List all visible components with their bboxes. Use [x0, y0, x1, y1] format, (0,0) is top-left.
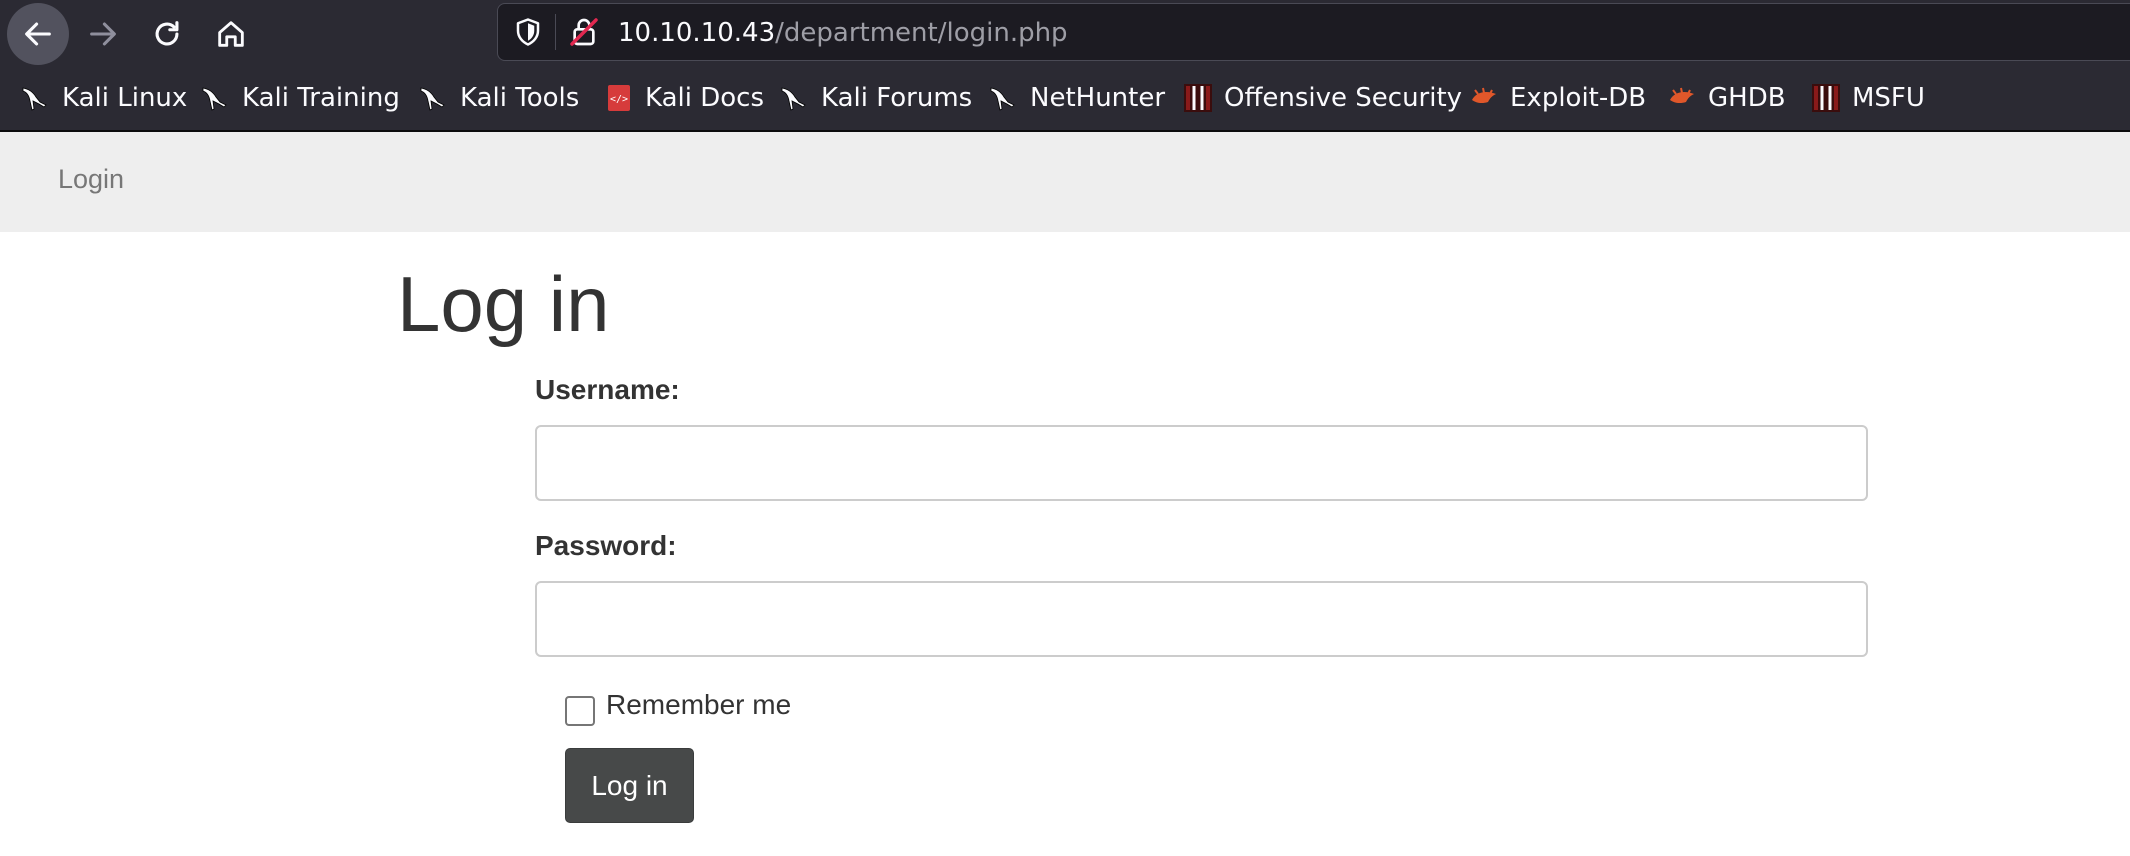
offsec-icon — [1810, 82, 1842, 114]
url-host: 10.10.10.43 — [618, 18, 776, 48]
nav-login-link[interactable]: Login — [58, 164, 124, 195]
reload-icon — [155, 21, 179, 46]
back-button[interactable] — [7, 3, 69, 65]
address-bar[interactable]: 10.10.10.43/department/login.php — [497, 3, 2130, 61]
bookmark-nethunter[interactable]: NetHunter — [988, 66, 1165, 130]
bookmark-label: NetHunter — [1030, 83, 1166, 113]
bookmark-offensive-security[interactable]: Offensive Security — [1182, 66, 1462, 130]
tracking-shield-icon[interactable] — [513, 17, 543, 47]
bookmark-label: Kali Tools — [460, 83, 580, 113]
bookmarks-toolbar: Kali Linux Kali Training Kali Tools </> … — [0, 66, 2130, 132]
bookmark-label: Offensive Security — [1224, 83, 1463, 113]
arrow-left-icon — [25, 22, 51, 46]
bookmark-label: GHDB — [1708, 83, 1786, 113]
bookmark-msfu[interactable]: MSFU — [1810, 66, 1925, 130]
bookmark-label: Kali Training — [242, 83, 400, 113]
bookmark-kali-linux[interactable]: Kali Linux — [20, 66, 187, 130]
kali-dragon-icon — [988, 82, 1020, 114]
bookmark-exploit-db[interactable]: Exploit-DB — [1468, 66, 1646, 130]
bookmark-ghdb[interactable]: GHDB — [1666, 66, 1786, 130]
url-text[interactable]: 10.10.10.43/department/login.php — [618, 17, 1068, 49]
bookmark-label: Kali Docs — [645, 83, 765, 113]
forward-button[interactable] — [72, 3, 134, 65]
exploitdb-bug-icon — [1666, 82, 1698, 114]
bookmark-label: Exploit-DB — [1510, 83, 1647, 113]
kali-docs-icon: </> — [603, 82, 635, 114]
bookmark-label: Kali Linux — [62, 83, 188, 113]
bookmark-kali-tools[interactable]: Kali Tools — [418, 66, 579, 130]
arrow-right-icon — [90, 22, 116, 46]
login-button[interactable]: Log in — [565, 748, 694, 823]
remember-me-checkbox[interactable] — [565, 696, 595, 726]
bookmark-kali-training[interactable]: Kali Training — [200, 66, 400, 130]
exploitdb-bug-icon — [1468, 82, 1500, 114]
offsec-icon — [1182, 82, 1214, 114]
bookmark-kali-docs[interactable]: </> Kali Docs — [603, 66, 764, 130]
home-button[interactable] — [200, 3, 262, 65]
bookmark-kali-forums[interactable]: Kali Forums — [779, 66, 972, 130]
site-navbar: Login — [0, 132, 2130, 232]
reload-button[interactable] — [136, 3, 198, 65]
address-bar-separator — [555, 14, 556, 50]
password-input[interactable] — [535, 581, 1868, 657]
bookmark-label: MSFU — [1852, 83, 1925, 113]
insecure-lock-icon[interactable] — [568, 16, 600, 48]
username-label: Username: — [535, 374, 680, 405]
page-title: Log in — [397, 260, 610, 348]
bookmark-label: Kali Forums — [821, 83, 973, 113]
remember-me-label[interactable]: Remember me — [606, 689, 791, 721]
kali-dragon-icon — [779, 82, 811, 114]
svg-text:</>: </> — [610, 94, 628, 105]
home-icon — [218, 21, 244, 47]
kali-dragon-icon — [418, 82, 450, 114]
kali-dragon-icon — [200, 82, 232, 114]
kali-dragon-icon — [20, 82, 52, 114]
browser-toolbar: 10.10.10.43/department/login.php — [0, 0, 2130, 66]
password-label: Password: — [535, 530, 677, 561]
url-path: /department/login.php — [775, 18, 1068, 48]
username-input[interactable] — [535, 425, 1868, 501]
